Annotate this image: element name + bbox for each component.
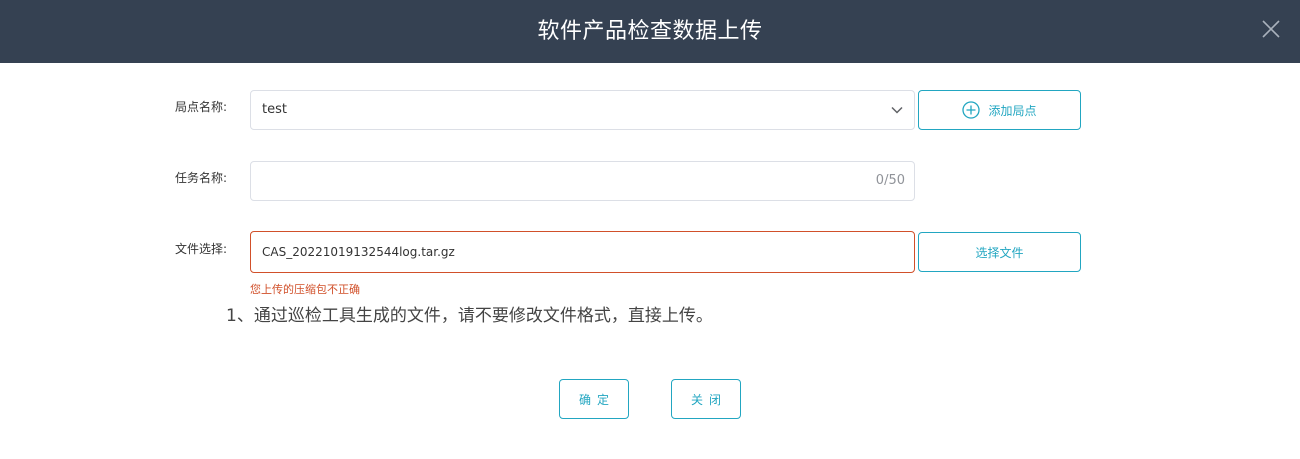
file-error-message: 您上传的压缩包不正确 <box>250 283 360 296</box>
close-dialog-button[interactable]: 关闭 <box>671 379 741 419</box>
choose-file-button[interactable]: 选择文件 <box>918 232 1081 272</box>
dialog-header: 软件产品检查数据上传 <box>0 0 1300 63</box>
site-name-select[interactable]: test <box>250 90 915 130</box>
confirm-button[interactable]: 确定 <box>559 379 629 419</box>
site-name-label: 局点名称: <box>175 100 228 114</box>
add-site-label: 添加局点 <box>988 103 1037 118</box>
file-path-field[interactable]: CAS_20221019132544log.tar.gz <box>250 231 915 273</box>
plus-circle-icon <box>962 101 981 119</box>
upload-dialog: 软件产品检查数据上传 局点名称: test 添加局点 任务名称: 0/50 文件… <box>0 0 1300 459</box>
task-name-label: 任务名称: <box>175 171 228 185</box>
file-select-label: 文件选择: <box>175 242 228 256</box>
choose-file-label: 选择文件 <box>975 245 1024 260</box>
task-name-field: 0/50 <box>250 161 915 201</box>
close-icon <box>1262 20 1280 38</box>
close-button[interactable] <box>1258 16 1284 42</box>
task-name-input[interactable] <box>251 162 851 200</box>
site-name-value: test <box>262 102 287 117</box>
upload-hint: 1、通过巡检工具生成的文件，请不要修改文件格式，直接上传。 <box>226 306 713 326</box>
chevron-down-icon <box>891 106 903 114</box>
add-site-button[interactable]: 添加局点 <box>918 90 1081 130</box>
dialog-title: 软件产品检查数据上传 <box>537 19 763 44</box>
char-counter: 0/50 <box>875 173 905 188</box>
file-path-value: CAS_20221019132544log.tar.gz <box>262 245 455 259</box>
